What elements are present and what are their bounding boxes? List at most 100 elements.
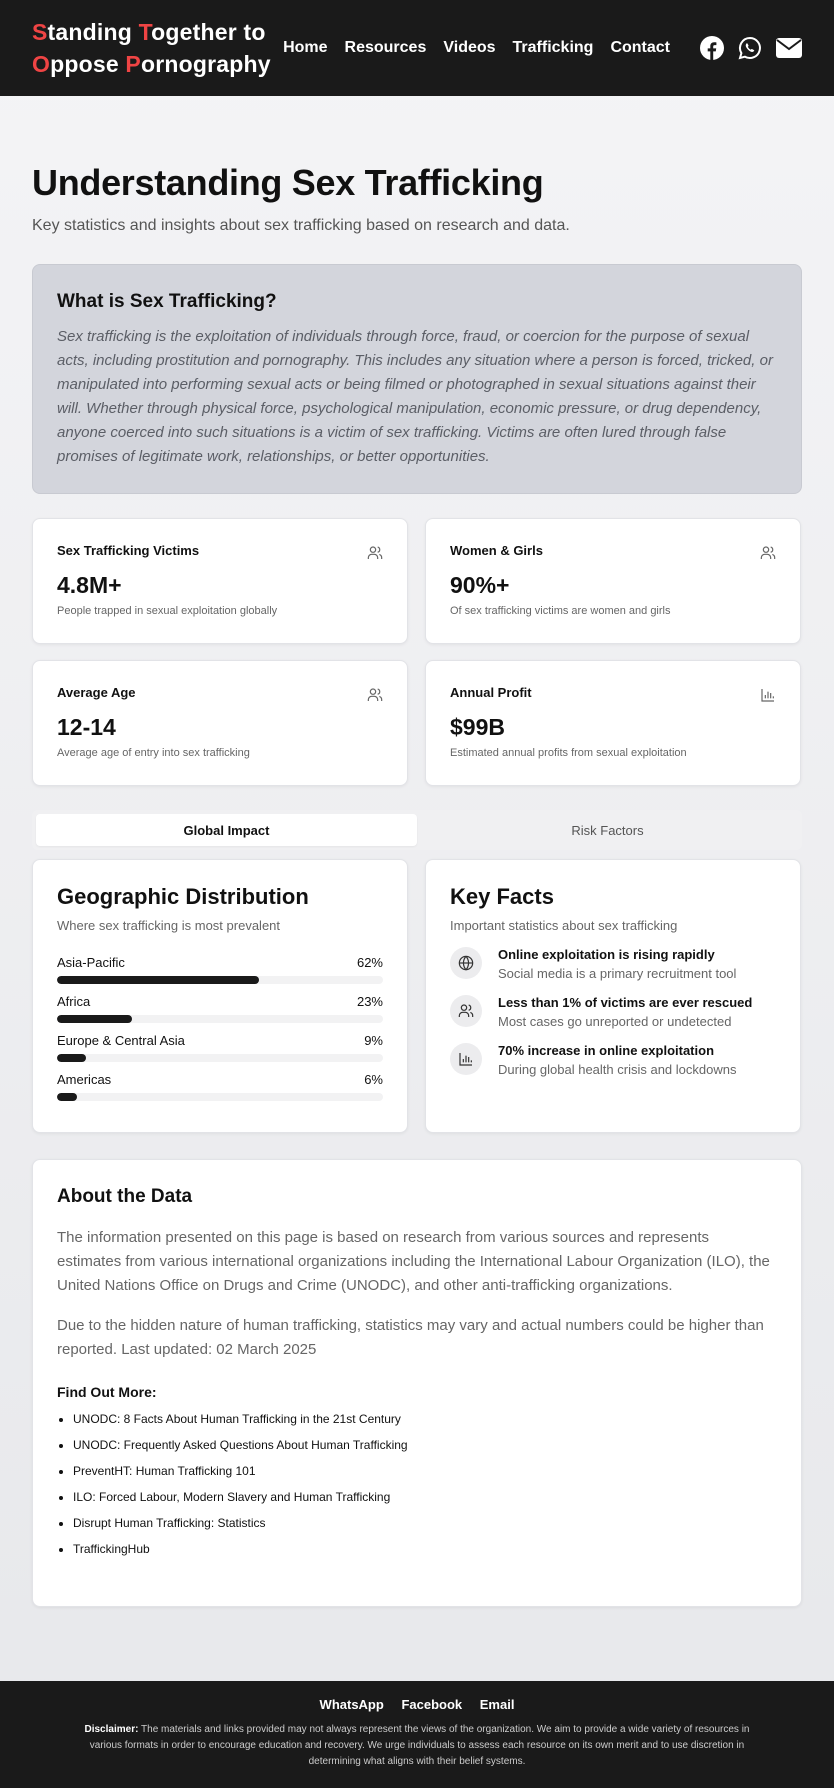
region-row: Asia-Pacific 62% <box>57 955 383 984</box>
region-bar-track <box>57 976 383 984</box>
nav-resources[interactable]: Resources <box>345 39 427 57</box>
logo-initial: S <box>32 19 48 45</box>
whatsapp-icon[interactable] <box>738 36 762 60</box>
region-name: Americas <box>57 1072 112 1087</box>
users-icon <box>367 687 383 708</box>
stat-value: 4.8M+ <box>57 572 122 598</box>
region-name: Africa <box>57 994 91 1009</box>
definition-title: What is Sex Trafficking? <box>57 291 277 312</box>
stat-label: Average Age <box>57 685 136 700</box>
facebook-icon[interactable] <box>700 36 724 60</box>
site-footer: WhatsApp Facebook Email Disclaimer: The … <box>0 1681 834 1788</box>
bar-chart-icon <box>450 1043 482 1075</box>
nav-videos[interactable]: Videos <box>443 39 495 57</box>
tab-global-impact[interactable]: Global Impact <box>36 814 417 846</box>
region-bar-track <box>57 1093 383 1101</box>
resource-links-list: UNODC: 8 Facts About Human Trafficking i… <box>57 1412 777 1556</box>
facts-subtitle: Important statistics about sex trafficki… <box>450 918 678 933</box>
definition-box: What is Sex Trafficking? Sex trafficking… <box>32 264 802 494</box>
fact-subtitle: Social media is a primary recruitment to… <box>498 966 737 981</box>
footer-link-whatsapp[interactable]: WhatsApp <box>320 1697 384 1712</box>
users-icon <box>450 995 482 1027</box>
stat-value: 90%+ <box>450 572 510 598</box>
resource-link[interactable]: ILO: Forced Labour, Modern Slavery and H… <box>57 1490 777 1504</box>
site-logo[interactable]: Standing Together to Oppose Pornography <box>32 16 271 80</box>
about-paragraph: The information presented on this page i… <box>57 1229 770 1294</box>
fact-item: Online exploitation is rising rapidly Soc… <box>450 947 776 981</box>
fact-item: 70% increase in online exploitation Durin… <box>450 1043 776 1077</box>
facts-title: Key Facts <box>450 884 554 909</box>
nav-home[interactable]: Home <box>283 39 327 57</box>
stat-card-victims: Sex Trafficking Victims 4.8M+ People tra… <box>32 518 408 644</box>
resource-link[interactable]: TraffickingHub <box>57 1542 777 1556</box>
footer-link-facebook[interactable]: Facebook <box>401 1697 462 1712</box>
about-title: About the Data <box>57 1186 193 1207</box>
region-header: Europe & Central Asia 9% <box>57 1033 383 1048</box>
key-facts-card: Key Facts Important statistics about sex… <box>425 859 801 1133</box>
region-bar-track <box>57 1015 383 1023</box>
impact-tabs: Global Impact Risk Factors <box>32 810 802 850</box>
fact-item: Less than 1% of victims are ever rescued… <box>450 995 776 1029</box>
stat-description: Of sex trafficking victims are women and… <box>450 605 671 617</box>
resource-link[interactable]: UNODC: 8 Facts About Human Trafficking i… <box>57 1412 777 1426</box>
fact-title: 70% increase in online exploitation <box>498 1043 715 1058</box>
geo-title: Geographic Distribution <box>57 884 309 909</box>
stat-description: Average age of entry into sex traffickin… <box>57 747 250 759</box>
page-subtitle: Key statistics and insights about sex tr… <box>32 217 570 234</box>
region-percent: 23% <box>356 994 383 1009</box>
logo-initial: O <box>32 51 51 77</box>
nav-contact[interactable]: Contact <box>610 39 670 57</box>
page-title: Understanding Sex Trafficking <box>32 162 544 203</box>
geo-subtitle: Where sex trafficking is most prevalent <box>57 918 281 933</box>
stat-value: $99B <box>450 714 505 740</box>
email-icon[interactable] <box>776 38 802 58</box>
stat-value: 12-14 <box>57 714 116 740</box>
fact-subtitle: Most cases go unreported or undetected <box>498 1014 732 1029</box>
disclaimer-text: The materials and links provided may not… <box>89 1724 750 1767</box>
resource-link[interactable]: Disrupt Human Trafficking: Statistics <box>57 1516 777 1530</box>
main-nav: Home Resources Videos Trafficking Contac… <box>283 36 802 60</box>
region-bar-fill <box>57 976 260 984</box>
stat-card-annual-profit: Annual Profit $99B Estimated annual prof… <box>425 660 801 786</box>
stat-card-women-girls: Women & Girls 90%+ Of sex trafficking vi… <box>425 518 801 644</box>
logo-text: tanding <box>47 19 139 45</box>
stat-label: Sex Trafficking Victims <box>57 543 200 558</box>
social-links <box>686 36 802 60</box>
tab-risk-factors[interactable]: Risk Factors <box>417 814 798 846</box>
find-out-more-heading: Find Out More: <box>57 1384 157 1400</box>
about-paragraph: Due to the hidden nature of human traffi… <box>57 1317 764 1358</box>
stat-card-average-age: Average Age 12-14 Average age of entry i… <box>32 660 408 786</box>
fact-subtitle: During global health crisis and lockdown… <box>498 1062 737 1077</box>
fact-title: Less than 1% of victims are ever rescued <box>498 995 753 1010</box>
footer-link-email[interactable]: Email <box>480 1697 515 1712</box>
region-bar-fill <box>57 1054 87 1062</box>
logo-line-2: Oppose Pornography <box>32 48 271 80</box>
fact-title: Online exploitation is rising rapidly <box>498 947 715 962</box>
resource-link[interactable]: PreventHT: Human Trafficking 101 <box>57 1464 777 1478</box>
disclaimer-label: Disclaimer: <box>84 1724 139 1735</box>
region-header: Asia-Pacific 62% <box>57 955 383 970</box>
bar-chart-icon <box>760 687 776 708</box>
nav-trafficking[interactable]: Trafficking <box>513 39 594 57</box>
region-name: Europe & Central Asia <box>57 1033 185 1048</box>
region-percent: 9% <box>364 1033 383 1048</box>
region-percent: 62% <box>356 955 383 970</box>
region-name: Asia-Pacific <box>57 955 125 970</box>
stat-label: Annual Profit <box>450 685 532 700</box>
about-data-card: About the Data The information presented… <box>32 1159 802 1607</box>
users-icon <box>760 545 776 566</box>
region-percent: 6% <box>364 1072 383 1087</box>
definition-text: Sex trafficking is the exploitation of i… <box>57 328 773 465</box>
region-bar-fill <box>57 1093 77 1101</box>
stat-description: People trapped in sexual exploitation gl… <box>57 605 278 617</box>
logo-line-1: Standing Together to <box>32 16 271 48</box>
resource-link[interactable]: UNODC: Frequently Asked Questions About … <box>57 1438 777 1452</box>
geographic-distribution-card: Geographic Distribution Where sex traffi… <box>32 859 408 1133</box>
logo-initial: P <box>125 51 141 77</box>
footer-links: WhatsApp Facebook Email <box>0 1697 834 1712</box>
logo-text: ppose <box>50 51 126 77</box>
users-icon <box>367 545 383 566</box>
stat-description: Estimated annual profits from sexual exp… <box>450 747 687 759</box>
region-bar-track <box>57 1054 383 1062</box>
globe-icon <box>450 947 482 979</box>
